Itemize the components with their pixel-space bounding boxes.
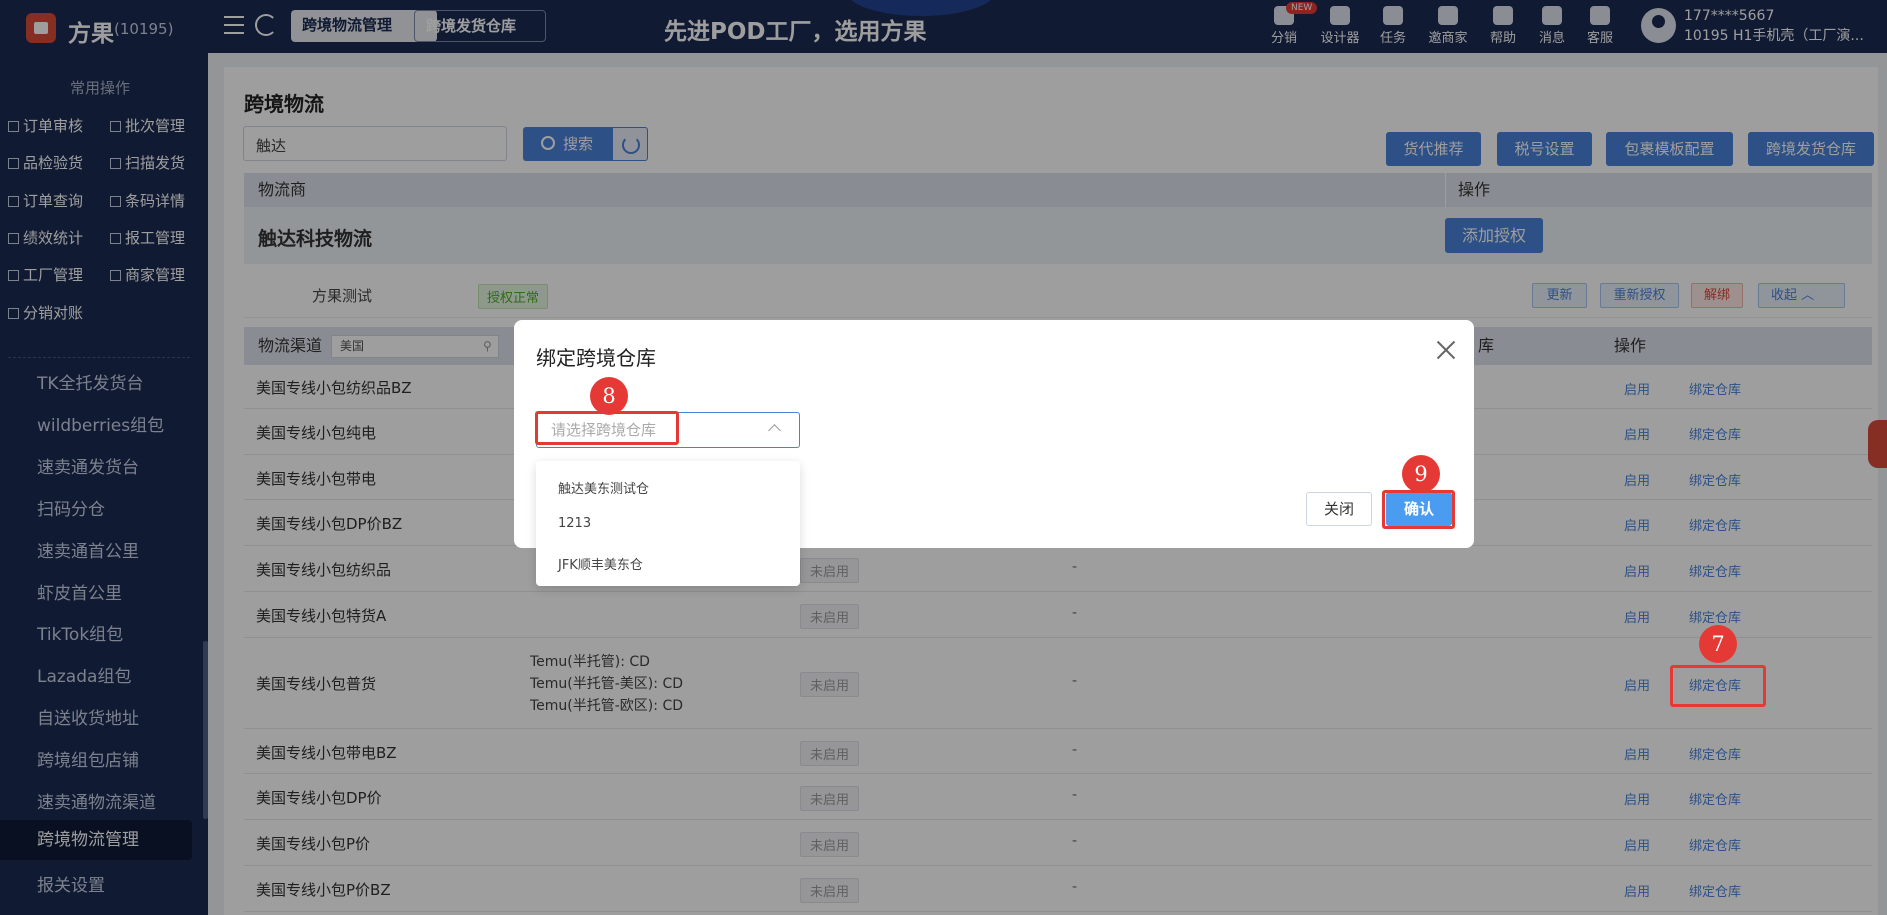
step-marker-9: 9 bbox=[1402, 455, 1440, 493]
warehouse-dropdown: 触达美东测试仓 1213 JFK顺丰美东仓 bbox=[536, 461, 800, 586]
close-icon[interactable] bbox=[1434, 338, 1458, 362]
step-marker-8: 8 bbox=[590, 377, 628, 415]
dropdown-option[interactable]: JFK顺丰美东仓 bbox=[558, 554, 643, 573]
dropdown-option[interactable]: 1213 bbox=[558, 516, 591, 531]
chevron-up-icon bbox=[768, 424, 781, 437]
step-marker-7: 7 bbox=[1699, 625, 1737, 663]
highlight-box-9 bbox=[1382, 490, 1455, 529]
close-button[interactable]: 关闭 bbox=[1306, 492, 1372, 526]
highlight-box-8 bbox=[535, 411, 679, 445]
dropdown-option[interactable]: 触达美东测试仓 bbox=[558, 478, 649, 497]
modal-title: 绑定跨境仓库 bbox=[536, 346, 656, 370]
highlight-box-7 bbox=[1670, 665, 1766, 707]
